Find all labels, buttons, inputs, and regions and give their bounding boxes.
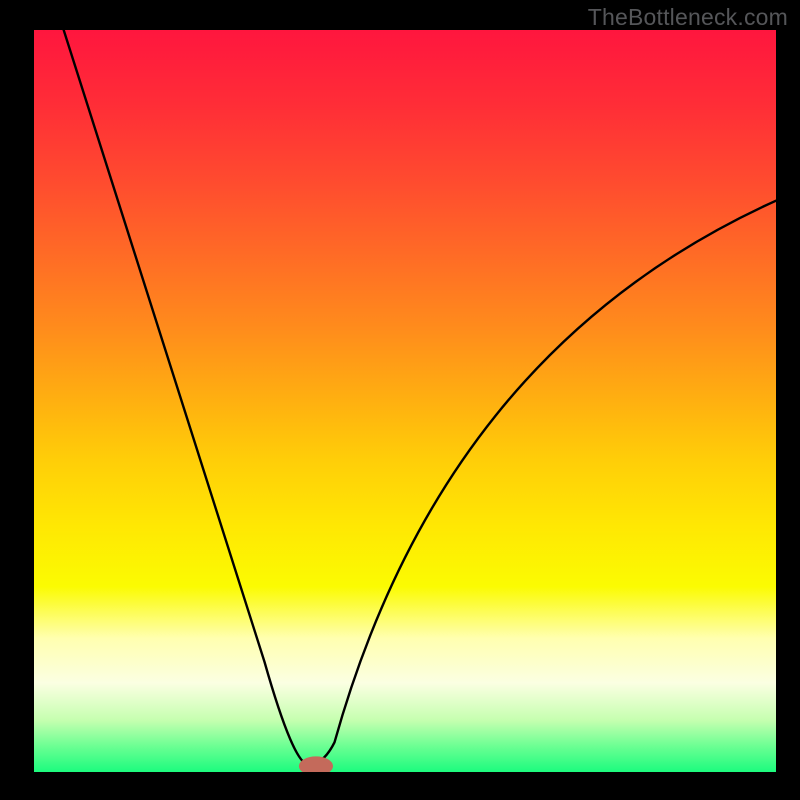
chart-background <box>34 30 776 772</box>
chart-svg <box>34 30 776 772</box>
chart-frame: TheBottleneck.com <box>0 0 800 800</box>
chart-plot-area <box>34 30 776 772</box>
watermark-text: TheBottleneck.com <box>588 4 788 31</box>
